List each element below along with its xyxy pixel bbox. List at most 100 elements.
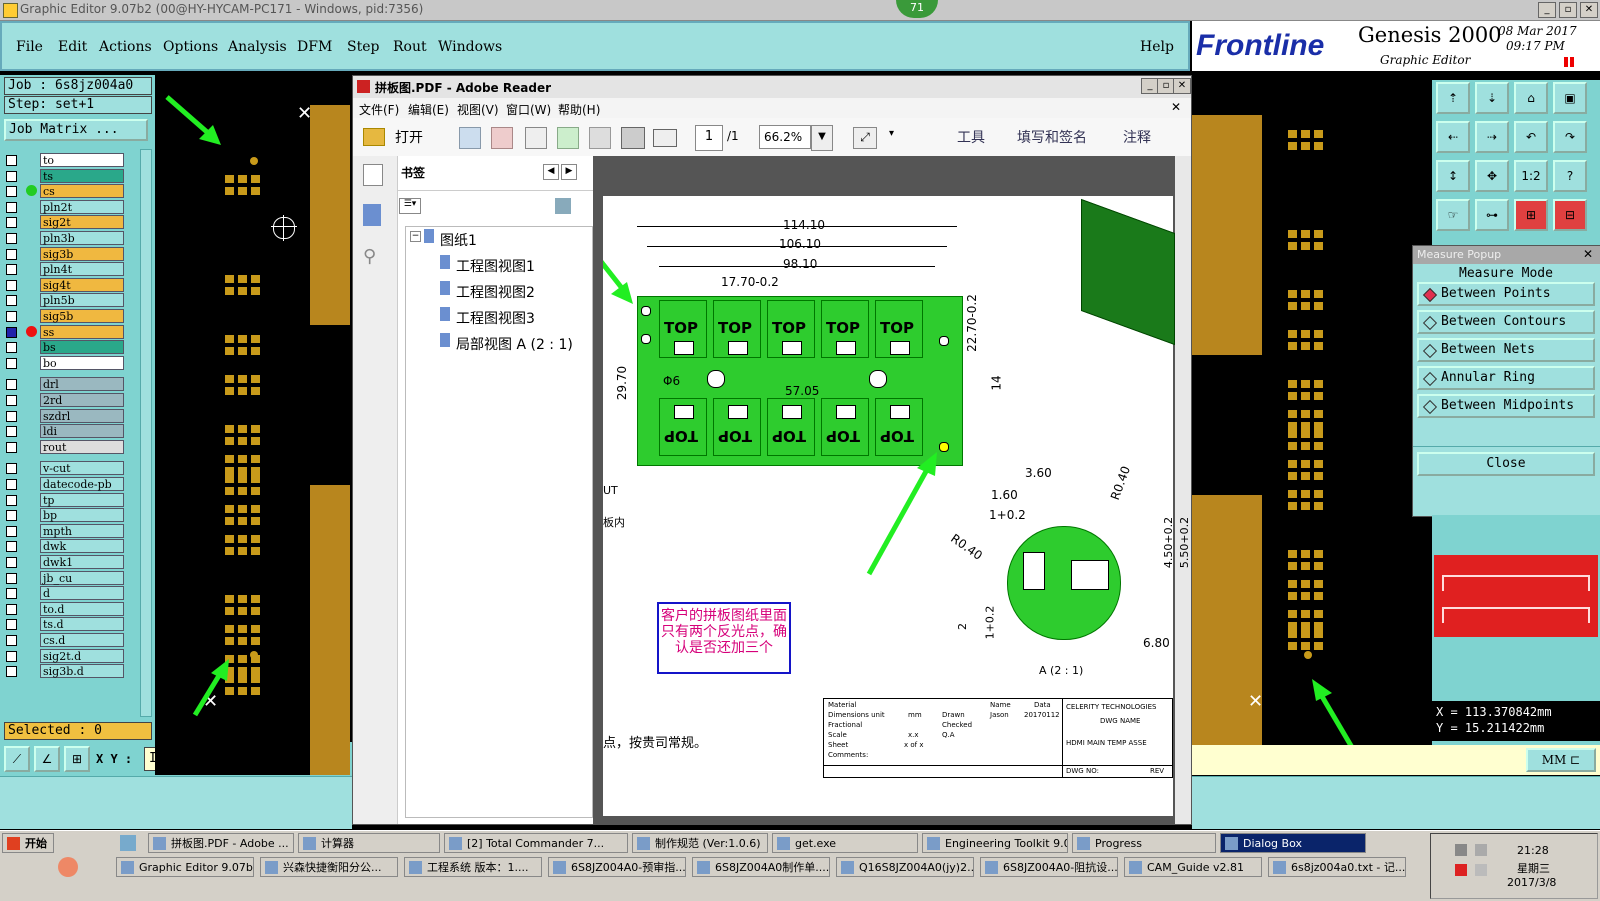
pcb-canvas-right[interactable]: ✕	[1192, 75, 1430, 775]
layer-checkbox[interactable]	[6, 588, 17, 600]
tree-collapse-icon[interactable]: −	[410, 231, 421, 242]
view-tool-1-icon[interactable]: ⇡	[1436, 82, 1470, 114]
tree-item-view2[interactable]: 工程图视图2	[456, 282, 535, 302]
view-tool-8-icon[interactable]: ↷	[1553, 121, 1587, 153]
layer-row[interactable]: drl	[6, 377, 124, 392]
grid-icon[interactable]: ⊞	[64, 746, 90, 772]
layer-checkbox[interactable]	[6, 557, 17, 568]
layer-checkbox[interactable]	[6, 233, 17, 244]
layer-row[interactable]: pln3b	[6, 231, 124, 245]
layer-checkbox[interactable]	[6, 357, 17, 369]
layer-row[interactable]: ldi	[6, 424, 124, 439]
taskbar-button[interactable]: CAM_Guide v2.81	[1124, 857, 1262, 877]
layer-scrollbar[interactable]	[140, 149, 152, 717]
layer-checkbox[interactable]	[6, 395, 17, 406]
layer-checkbox[interactable]	[6, 635, 17, 646]
layer-checkbox[interactable]	[6, 572, 17, 584]
layer-checkbox[interactable]	[6, 426, 17, 438]
layer-row[interactable]: d	[6, 586, 124, 601]
layer-checkbox[interactable]	[6, 342, 17, 354]
menu-rout[interactable]: Rout	[393, 39, 427, 55]
layer-checkbox[interactable]	[6, 170, 17, 182]
pdf-menu-edit[interactable]: 编辑(E)	[408, 101, 449, 118]
tree-item-detail[interactable]: 局部视图 A (2 : 1)	[456, 334, 573, 354]
taskbar-button[interactable]: 6S8JZ004A0-阻抗设...	[980, 857, 1118, 877]
layer-checkbox[interactable]	[6, 541, 17, 553]
option-between-points[interactable]: Between Points	[1417, 282, 1595, 306]
layer-row[interactable]: ts.d	[6, 617, 124, 632]
layer-row[interactable]: ts	[6, 168, 124, 183]
page-thumbnails-icon[interactable]	[363, 164, 383, 186]
taskbar-button[interactable]: 工程系统 版本：1....	[404, 857, 542, 877]
layer-checkbox[interactable]	[6, 650, 17, 662]
pdf-menu-file[interactable]: 文件(F)	[359, 101, 399, 118]
tray-app-icon[interactable]	[1455, 864, 1467, 876]
option-between-contours[interactable]: Between Contours	[1417, 310, 1595, 334]
layer-checkbox[interactable]	[6, 201, 17, 213]
unit-toggle-button[interactable]: MM ⊏	[1526, 748, 1596, 772]
pdf-document-view[interactable]: TOP TOP TOP TOP TOP TOP TOP TOP TOP TOP 114.10 10…	[593, 156, 1191, 824]
quicklaunch-icon[interactable]	[58, 857, 78, 877]
taskbar-button[interactable]: Q16S8JZ004A0(jy)2...	[836, 857, 974, 877]
taskbar-button[interactable]: 6S8JZ004A0制作单....	[692, 857, 830, 877]
folder-icon[interactable]	[363, 128, 385, 146]
layer-checkbox[interactable]	[6, 155, 17, 166]
view-tool-9-icon[interactable]: ↕	[1436, 160, 1470, 192]
taskbar-button[interactable]: Progress	[1072, 833, 1216, 853]
page-number-input[interactable]: 1	[695, 125, 723, 151]
taskbar-button[interactable]: 制作规范 (Ver:1.0.6)	[632, 833, 768, 853]
bookmark-icon[interactable]	[363, 204, 381, 226]
layer-row[interactable]: 2rd	[6, 393, 124, 407]
layer-row[interactable]: bs	[6, 340, 124, 355]
taskbar-button[interactable]: Graphic Editor 9.07b...	[116, 857, 254, 877]
layer-row[interactable]: to.d	[6, 601, 124, 616]
more-tools-icon[interactable]: ▾	[889, 128, 894, 139]
view-tool-2-icon[interactable]: ⇣	[1475, 82, 1509, 114]
layer-row[interactable]: datecode-pb	[6, 477, 124, 491]
option-between-midpoints[interactable]: Between Midpoints	[1417, 394, 1595, 418]
maximize-button[interactable]: ▫	[1559, 2, 1577, 18]
comment-tab[interactable]: 注释	[1123, 127, 1151, 147]
speaker-icon[interactable]	[1475, 864, 1487, 876]
view-tool-3-icon[interactable]: ⌂	[1514, 82, 1548, 114]
snap-icon[interactable]: ⟋	[4, 746, 30, 772]
layer-checkbox[interactable]	[6, 463, 17, 475]
menu-edit[interactable]: Edit	[58, 39, 87, 55]
taskbar-button[interactable]: 计算器	[298, 833, 440, 853]
taskbar-button[interactable]: 6S8JZ004A0-预审指...	[548, 857, 686, 877]
menu-options[interactable]: Options	[163, 39, 218, 55]
menu-windows[interactable]: Windows	[438, 39, 502, 55]
measure-close-icon[interactable]: ✕	[1583, 247, 1593, 261]
view-tool-12-icon[interactable]: ?	[1553, 160, 1587, 192]
job-matrix-button[interactable]: Job Matrix ...	[4, 119, 148, 141]
layer-row[interactable]: to	[6, 153, 124, 167]
bookmark-options-icon[interactable]: ☰▾	[399, 198, 421, 214]
layer-row[interactable]: sig3b	[6, 246, 124, 261]
layer-checkbox[interactable]	[6, 311, 17, 322]
layer-row[interactable]: dwk	[6, 539, 124, 554]
open-button[interactable]: 打开	[395, 127, 423, 147]
print-icon[interactable]	[621, 127, 645, 149]
export-pdf-icon[interactable]	[491, 127, 513, 149]
layer-checkbox[interactable]	[6, 186, 17, 198]
upload-icon[interactable]	[557, 127, 579, 149]
layer-row[interactable]: szdrl	[6, 408, 124, 423]
network-icon[interactable]	[1475, 844, 1487, 856]
taskbar-button[interactable]: 6s8jz004a0.txt - 记...	[1268, 857, 1406, 877]
start-button[interactable]: 开始	[2, 833, 54, 853]
collapse-panel-icon[interactable]: ◀	[543, 164, 559, 180]
menu-help[interactable]: Help	[1140, 39, 1174, 55]
email-icon[interactable]	[653, 129, 677, 147]
taskbar-button[interactable]: [2] Total Commander 7...	[444, 833, 628, 853]
layer-row[interactable]: cs	[6, 184, 124, 199]
layer-row[interactable]: sig2t.d	[6, 648, 124, 663]
layer-checkbox[interactable]	[6, 379, 17, 391]
layer-checkbox[interactable]	[6, 494, 17, 506]
pdf-menu-help[interactable]: 帮助(H)	[558, 101, 600, 118]
layer-checkbox[interactable]	[6, 603, 17, 615]
option-between-nets[interactable]: Between Nets	[1417, 338, 1595, 362]
layer-checkbox[interactable]	[6, 217, 17, 229]
zoom-input[interactable]: 66.2%	[759, 125, 811, 149]
layer-row[interactable]: bp	[6, 508, 124, 523]
close-button[interactable]: ✕	[1580, 2, 1598, 18]
